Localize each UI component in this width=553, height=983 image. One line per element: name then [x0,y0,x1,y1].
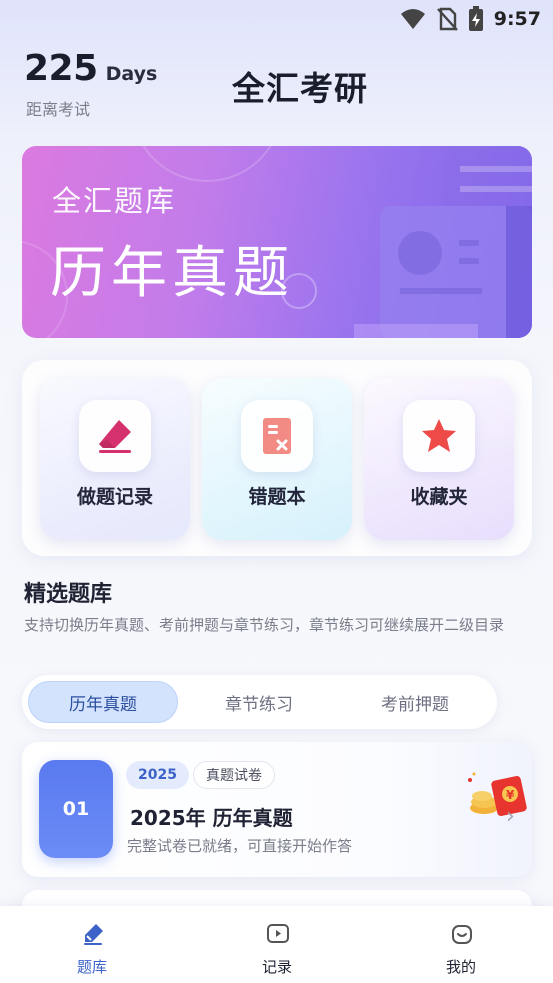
no-sim-icon [436,7,458,31]
question-bank-icon [84,924,103,945]
tab-chapter-practice[interactable]: 章节练习 [184,681,334,723]
banner-subtitle: 全汇题库 [52,184,177,218]
wrong-questions-card[interactable]: 错题本 [202,378,352,540]
type-badge: 真题试卷 [193,761,275,789]
category-tabs: 历年真题 章节练习 考前押题 [22,675,497,729]
nav-label-profile: 我的 [445,958,476,976]
practice-record-label: 做题记录 [76,486,153,508]
wrong-questions-icon-box [241,400,313,472]
year-badge: 2025 [126,761,189,789]
days-unit: Days [105,63,158,85]
exam-countdown: 225 Days [24,48,157,89]
days-label: 距离考试 [26,100,91,119]
nav-question-bank[interactable]: 题库 [37,906,147,983]
exam-list-item[interactable]: 01 2025 真题试卷 2025年 历年真题 完整试卷已就绪，可直接开始作答 … [22,742,532,877]
favorites-label: 收藏夹 [410,486,468,508]
exam-title: 2025年 历年真题 [130,806,293,830]
status-icons: 9:57 [400,6,541,32]
star-icon [422,419,456,452]
profile-icon [452,925,472,944]
practice-record-card[interactable]: 做题记录 [40,378,190,540]
status-time: 9:57 [493,8,541,30]
section-title: 精选题库 [24,582,113,607]
nav-label-question-bank: 题库 [76,958,107,976]
status-bar: 9:57 [0,0,553,38]
play-record-icon [267,924,289,943]
svg-text:¥: ¥ [506,788,515,802]
wrong-questions-label: 错题本 [248,486,306,508]
tab-past-exams[interactable]: 历年真题 [28,681,178,723]
banner[interactable]: 全汇题库 历年真题 [22,146,532,338]
banner-title: 历年真题 [50,241,294,306]
eraser-icon [99,420,131,453]
wifi-icon [400,9,425,29]
battery-charging-icon [468,6,483,31]
chevron-right-icon: › [506,804,515,829]
favorites-icon-box [403,400,475,472]
practice-record-icon-box [79,400,151,472]
exam-index-badge: 01 [39,760,113,858]
nav-records[interactable]: 记录 [222,906,332,983]
nav-label-records: 记录 [261,958,292,976]
wrong-note-icon [263,418,291,454]
favorites-card[interactable]: 收藏夹 [364,378,514,540]
app-title: 全汇考研 [232,69,368,108]
exam-description: 完整试卷已就绪，可直接开始作答 [127,837,353,855]
section-description: 支持切换历年真题、考前押题与章节练习，章节练习可继续展开二级目录 [24,616,505,634]
red-envelope-icon: ¥ [468,772,527,816]
days-number: 225 [24,48,98,89]
quick-actions-panel: 做题记录 错题本 收藏夹 [22,360,532,556]
bottom-nav: 题库 记录 我的 [0,906,553,983]
tab-mock-predictions[interactable]: 考前押题 [340,681,490,723]
nav-profile[interactable]: 我的 [406,906,516,983]
